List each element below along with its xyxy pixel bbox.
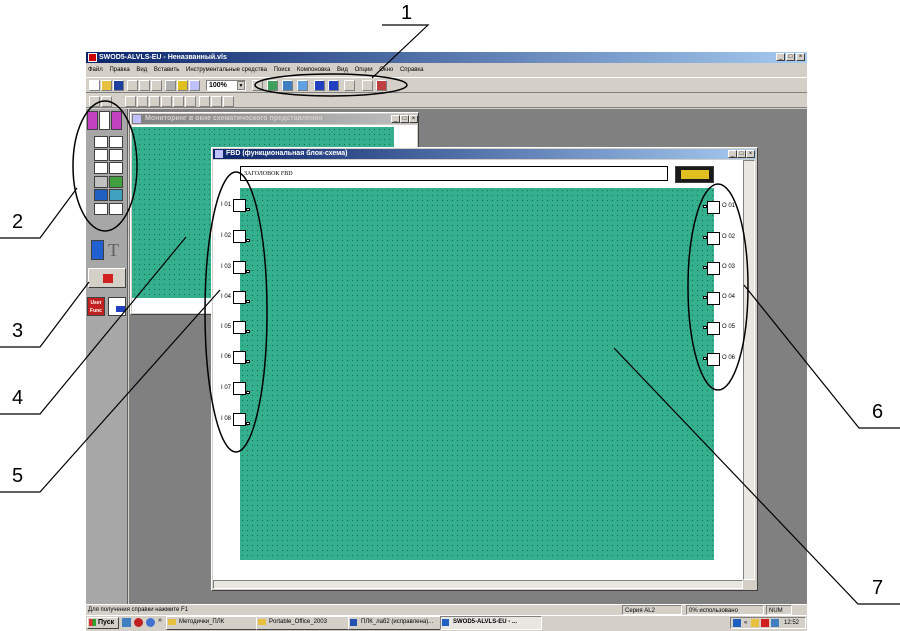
callout-number: 1: [401, 2, 413, 24]
callout-number: 7: [872, 577, 884, 599]
leader-line-5: [0, 289, 221, 493]
leader-line-4: [0, 236, 187, 415]
callout-number: 2: [12, 211, 24, 233]
callout-number: 6: [872, 401, 884, 423]
leader-line-1: [371, 24, 430, 79]
callout-ellipse-toolbar: [254, 73, 408, 97]
annotation-overlay: [0, 24, 900, 605]
callout-ellipse-outputs: [687, 183, 749, 391]
callout-ellipse-palette: [72, 100, 138, 232]
callout-ellipse-inputs: [204, 171, 268, 453]
callout-number: 4: [12, 387, 24, 409]
leader-line-7: [613, 347, 900, 605]
callout-number: 3: [12, 320, 24, 342]
callout-number: 5: [12, 465, 24, 487]
